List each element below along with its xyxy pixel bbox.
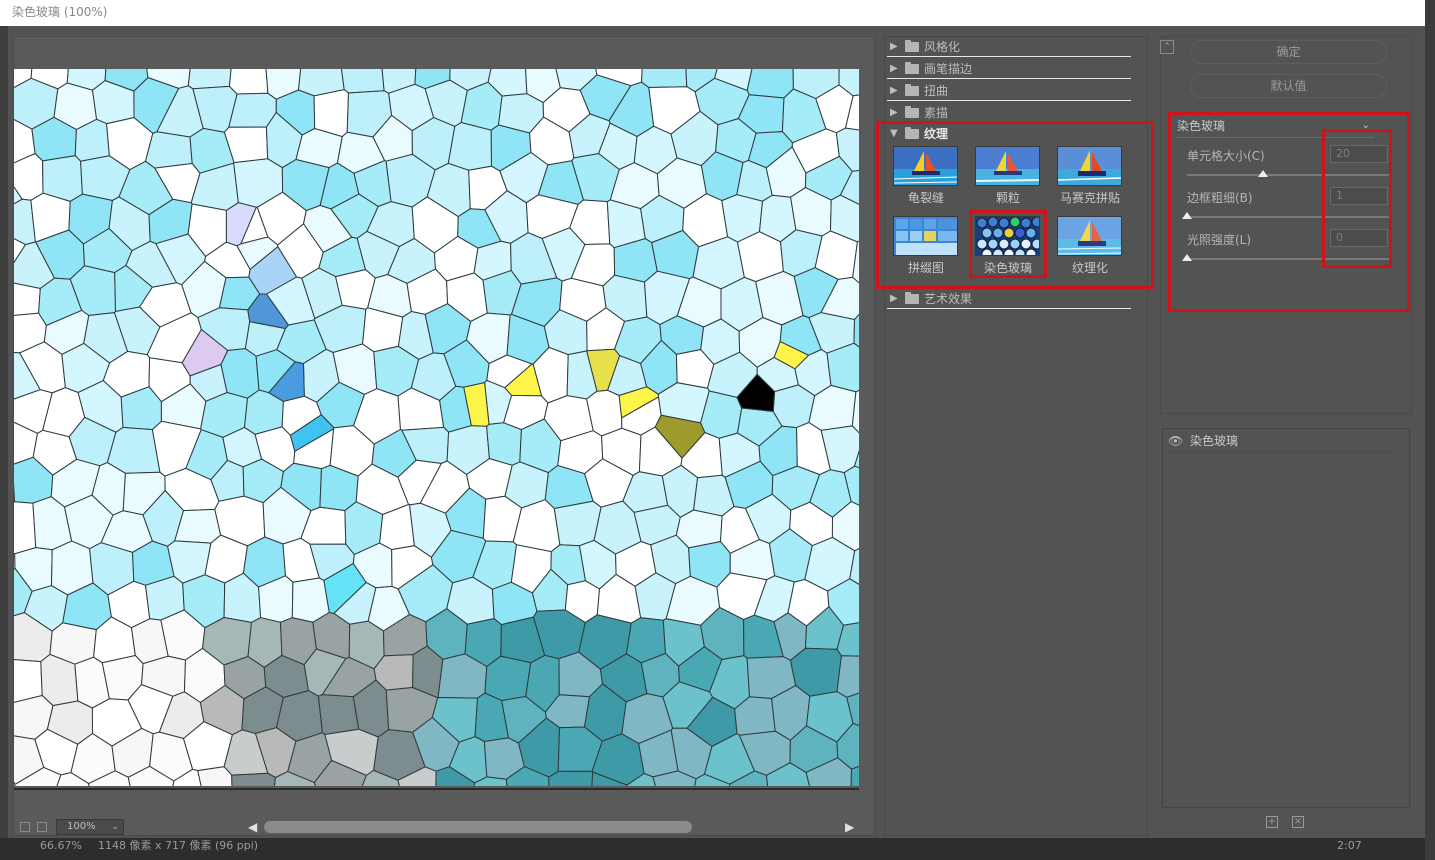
- folder-icon: [905, 62, 919, 74]
- scroll-left-icon[interactable]: ◀: [248, 821, 257, 833]
- glass-cell: [746, 69, 794, 99]
- effect-layers-panel: [1162, 428, 1410, 808]
- glass-cell: [447, 121, 493, 171]
- expand-arrow-icon: ▶: [890, 107, 898, 118]
- window-title: 染色玻璃 (100%): [0, 0, 1425, 26]
- preview-border: [14, 788, 859, 790]
- annotation-box-selected-filter: [969, 210, 1047, 278]
- folder-icon: [905, 84, 919, 96]
- category-label: 扭曲: [924, 84, 949, 98]
- right-edge: [1425, 0, 1435, 860]
- effect-layer-row[interactable]: 👁 染色玻璃: [1163, 430, 1393, 453]
- glass-cell: [197, 766, 233, 786]
- category-label: 素描: [924, 106, 949, 120]
- glass-cell: [106, 426, 161, 474]
- preview-canvas[interactable]: [14, 69, 859, 786]
- category-distort[interactable]: ▶ 扭曲: [887, 81, 1131, 101]
- zoom-value: 100%: [67, 821, 96, 832]
- category-artistic[interactable]: ▶ 艺术效果: [887, 289, 1131, 309]
- folder-icon: [905, 106, 919, 118]
- expand-arrow-icon: ▶: [890, 85, 898, 96]
- ok-button[interactable]: 确定: [1190, 40, 1387, 64]
- expand-arrow-icon: ▶: [890, 63, 898, 74]
- category-sketch[interactable]: ▶ 素描: [887, 103, 1131, 123]
- glass-cell: [144, 131, 193, 169]
- glass-cell: [317, 694, 360, 736]
- scrollbar-thumb[interactable]: [264, 821, 692, 833]
- eye-icon[interactable]: 👁: [1168, 430, 1183, 452]
- preview-size-icon[interactable]: [20, 822, 30, 832]
- chevron-down-icon: ⌄: [111, 822, 119, 832]
- category-label: 画笔描边: [924, 62, 973, 76]
- glass-cell: [640, 69, 688, 89]
- glass-cell: [14, 152, 44, 201]
- annotation-box-values: [1322, 129, 1392, 268]
- glass-cell: [484, 655, 532, 702]
- glass-cell: [14, 501, 37, 555]
- new-effect-layer-icon[interactable]: +: [1266, 816, 1278, 828]
- glass-cell: [548, 770, 594, 786]
- left-edge: [0, 26, 8, 860]
- category-label: 风格化: [924, 40, 961, 54]
- preview-fit-icon[interactable]: [37, 822, 47, 832]
- glass-cell: [228, 69, 269, 95]
- folder-icon: [905, 292, 919, 304]
- category-label: 艺术效果: [924, 292, 973, 306]
- category-stylize[interactable]: ▶ 风格化: [887, 37, 1131, 57]
- effect-layer-label: 染色玻璃: [1190, 434, 1239, 448]
- glass-cell: [220, 348, 260, 399]
- expand-arrow-icon: ▶: [890, 293, 898, 304]
- status-dimensions: 1148 像素 x 717 像素 (96 ppi): [98, 839, 259, 852]
- scroll-right-icon[interactable]: ▶: [845, 821, 854, 833]
- default-button[interactable]: 默认值: [1190, 74, 1387, 98]
- glass-cell: [341, 69, 385, 94]
- glass-cell: [836, 655, 859, 698]
- status-time: 2:07: [1337, 839, 1362, 852]
- folder-icon: [905, 40, 919, 52]
- glass-cell: [772, 384, 816, 429]
- glass-cell: [231, 772, 277, 786]
- status-bar: 66.67% 1148 像素 x 717 像素 (96 ppi) 2:07: [0, 838, 1425, 860]
- status-zoom: 66.67%: [40, 839, 82, 852]
- category-brush-strokes[interactable]: ▶ 画笔描边: [887, 59, 1131, 79]
- glass-cell: [187, 69, 232, 90]
- collapse-gallery-icon[interactable]: ⌃: [1160, 40, 1174, 54]
- expand-arrow-icon: ▶: [890, 41, 898, 52]
- zoom-select[interactable]: 100% ⌄: [56, 819, 124, 835]
- stained-glass-preview: [14, 69, 859, 786]
- trash-icon[interactable]: ×: [1292, 816, 1304, 828]
